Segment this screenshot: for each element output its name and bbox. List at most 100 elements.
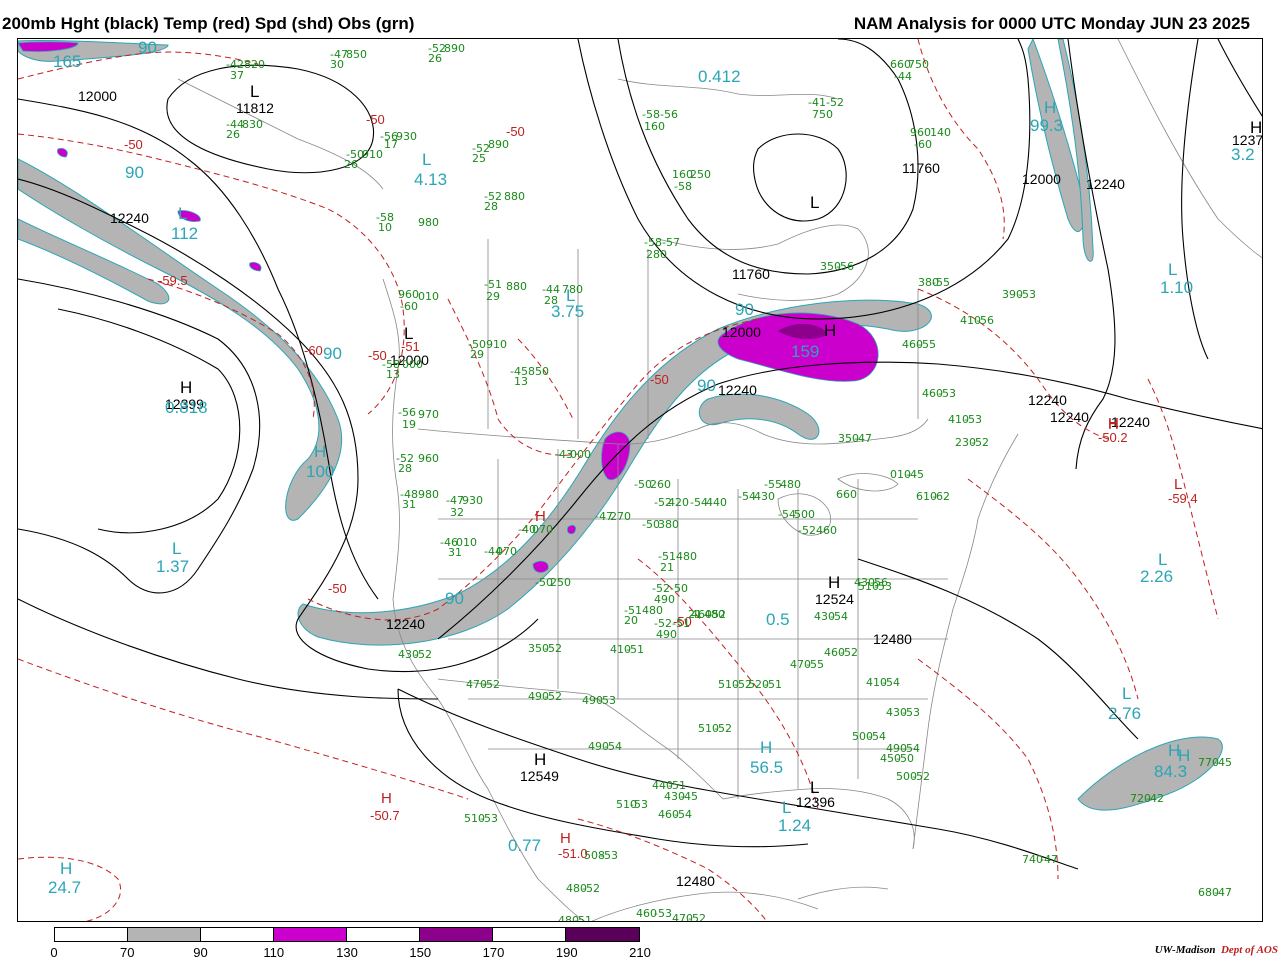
colorbar-tick-label: 90 xyxy=(193,945,208,960)
height-label: 12240 xyxy=(1028,392,1067,408)
station-obs-value: -51 xyxy=(484,278,502,291)
station-obs-value: 26 xyxy=(226,128,240,141)
height-contours xyxy=(18,39,1262,870)
station-obs-value: -60 xyxy=(400,300,418,313)
low-center: L xyxy=(1174,476,1183,493)
station-obs-value: 480 xyxy=(780,478,801,491)
colorbar-tick-label: 110 xyxy=(263,945,285,960)
station-obs-value: -52 xyxy=(688,912,706,922)
analysis-valid-time: NAM Analysis for 0000 UTC Monday JUN 23 … xyxy=(853,14,1250,33)
jetstreak-colorado xyxy=(567,525,576,535)
isotherm-neg50-west xyxy=(18,133,405,415)
colorbar-segment xyxy=(347,928,420,941)
high-center: H xyxy=(1250,118,1263,137)
station-obs-value: 10 xyxy=(378,221,392,234)
high-center: H xyxy=(180,378,193,397)
speed-label: 90 xyxy=(735,300,754,319)
station-obs-value: 070 xyxy=(532,523,553,536)
low-center: L xyxy=(782,798,792,817)
contour-pacific-ridge xyxy=(18,278,261,594)
station-obs-value: 660 xyxy=(836,488,857,501)
station-obs-value: 000 xyxy=(570,448,591,461)
colorbar-segment xyxy=(566,928,639,941)
jet-core-great-lakes xyxy=(698,393,820,440)
station-obs-value: 960 xyxy=(418,452,439,465)
station-obs-value: -45 xyxy=(680,790,698,803)
speed-label: 4.13 xyxy=(414,170,448,189)
station-obs-value: 25 xyxy=(472,152,486,165)
height-label: 12549 xyxy=(520,768,559,784)
temp-label: -50.7 xyxy=(370,808,400,823)
station-obs-value: -45 xyxy=(906,468,924,481)
station-obs-value: -44 xyxy=(894,70,912,83)
station-obs-value: 26 xyxy=(428,52,442,65)
station-obs-value: 750 xyxy=(908,58,929,71)
speed-label: 90 xyxy=(125,163,144,182)
station-obs-value: -54 xyxy=(674,808,692,821)
station-obs-value: -53 xyxy=(938,387,956,400)
station-obs-value: 930 xyxy=(462,494,483,507)
low-center: L xyxy=(810,193,820,212)
station-obs-value: -52 xyxy=(840,646,858,659)
speed-label: 0.818 xyxy=(165,398,208,417)
contour-12240-atlantic-2 xyxy=(1181,39,1209,360)
low-center: L xyxy=(1122,684,1132,703)
temp-label: -50 xyxy=(124,137,143,152)
station-obs-value: -41 xyxy=(808,96,826,109)
station-obs-value: -53 xyxy=(1018,288,1036,301)
station-obs-value: 820 xyxy=(244,58,265,71)
station-obs-value: -51 xyxy=(672,617,690,630)
station-obs-value: 13 xyxy=(386,368,400,381)
station-obs-value: 21 xyxy=(660,561,674,574)
height-label: 12000 xyxy=(722,324,761,340)
colorbar-segment xyxy=(201,928,274,941)
low-center: L xyxy=(810,778,820,797)
station-obs-value: -52 xyxy=(971,436,989,449)
speed-label: 0.5 xyxy=(766,610,790,629)
colorbar-segment xyxy=(420,928,493,941)
station-obs-value: 380 xyxy=(658,518,679,531)
high-center: H xyxy=(535,508,546,525)
height-label: 12396 xyxy=(796,794,835,810)
station-obs-value: -53 xyxy=(598,694,616,707)
station-obs-value: 29 xyxy=(486,290,500,303)
colorbar-tick-label: 130 xyxy=(336,945,358,960)
station-obs-value: 430 xyxy=(754,490,775,503)
low-center: L xyxy=(404,324,414,343)
station-obs-value: -51 xyxy=(764,678,782,691)
colorbar-segment xyxy=(55,928,128,941)
isotherm-neg50-caribbean xyxy=(577,818,768,921)
station-obs-value: 850 xyxy=(346,48,367,61)
high-center: H xyxy=(828,573,841,592)
station-obs-value: -47 xyxy=(1040,853,1058,866)
station-obs-value: 490 xyxy=(656,628,677,641)
height-label: 12240 xyxy=(110,210,149,226)
station-obs-value: -52 xyxy=(544,642,562,655)
station-obs-value: -56 xyxy=(836,260,854,273)
height-label: 12240 xyxy=(1050,409,1089,425)
high-center: H xyxy=(534,750,547,769)
station-obs-value: -47 xyxy=(854,432,872,445)
credit-dept: Dept of AOS xyxy=(1220,944,1278,956)
station-obs-value: -53 xyxy=(480,812,498,825)
contour-12549 xyxy=(397,688,809,848)
speed-label: 3.2 xyxy=(1231,145,1255,164)
station-obs-value: -60 xyxy=(914,138,932,151)
station-obs-value: 270 xyxy=(610,510,631,523)
station-obs-value: 140 xyxy=(930,126,951,139)
speed-label: 90 xyxy=(138,38,157,57)
speed-label: 90 xyxy=(697,376,716,395)
station-obs-value: 010 xyxy=(418,290,439,303)
station-obs-value: 250 xyxy=(550,576,571,589)
height-label: 11812 xyxy=(236,100,274,116)
station-obs-value: -52 xyxy=(714,722,732,735)
station-obs-value: 28 xyxy=(398,462,412,475)
colorbar-tick-label: 170 xyxy=(482,945,505,960)
low-center: L xyxy=(172,539,182,558)
speed-label: 0.412 xyxy=(698,67,741,86)
colorbar-tick-label: 210 xyxy=(629,945,651,960)
height-label: 12524 xyxy=(815,591,854,607)
station-obs-value: -54 xyxy=(902,742,920,755)
station-obs-value: 440 xyxy=(706,496,727,509)
station-obs-value: -53 xyxy=(874,580,892,593)
